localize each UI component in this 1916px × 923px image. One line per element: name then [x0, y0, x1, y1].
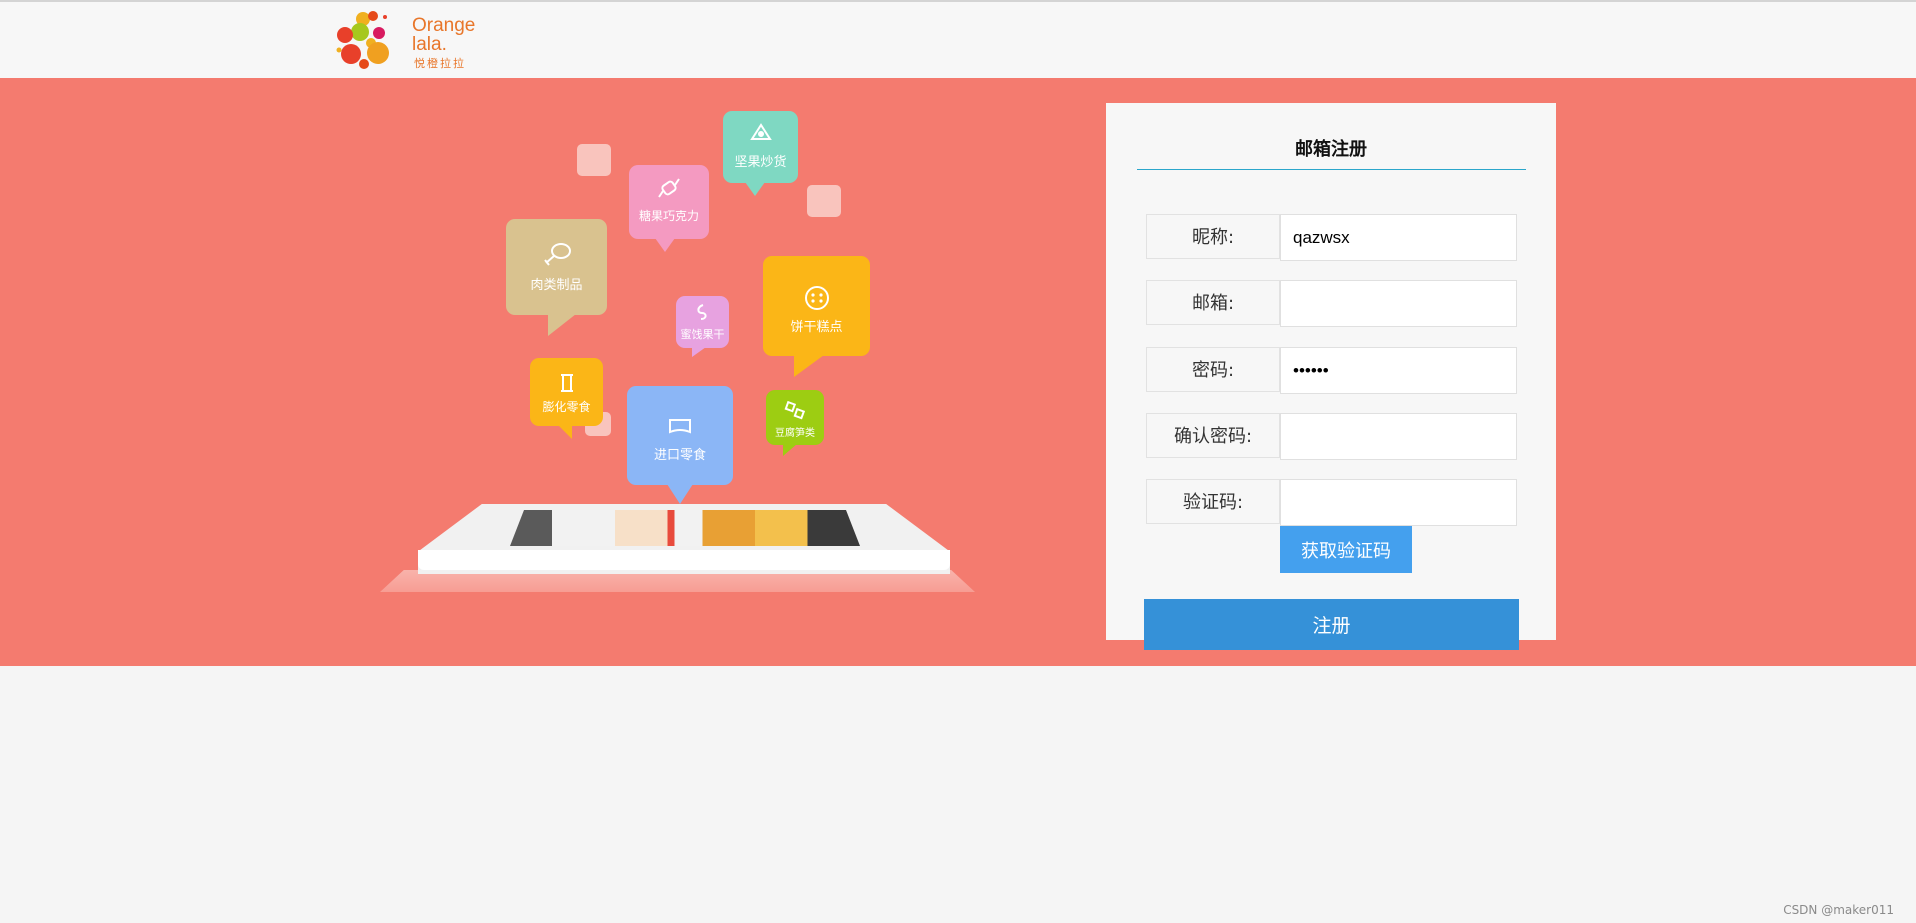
category-label-meat: 肉类制品	[530, 278, 583, 293]
category-bubble-candy[interactable]: 糖果巧克力	[629, 165, 709, 239]
bubble-tail	[667, 484, 693, 504]
watermark: CSDN @maker011	[1783, 903, 1894, 917]
get-code-button[interactable]: 获取验证码	[1280, 526, 1412, 573]
fruit-icon	[696, 304, 707, 320]
password-input[interactable]	[1280, 347, 1517, 394]
brand-subtitle: 悦橙拉拉	[414, 58, 466, 70]
brand-name-line1: Orange	[412, 15, 476, 36]
category-bubble-biscuit[interactable]: 饼干糕点	[763, 256, 870, 356]
title-divider	[1137, 169, 1526, 170]
candy-icon	[658, 178, 680, 198]
category-label-nuts: 坚果炒货	[734, 155, 787, 170]
bubble-tail	[745, 182, 765, 196]
category-label-biscuit: 饼干糕点	[790, 320, 843, 335]
category-label-imported: 进口零食	[653, 448, 706, 463]
biscuit-icon	[804, 286, 829, 310]
snack-bag-icon	[560, 374, 573, 392]
drumstick-icon	[543, 243, 571, 266]
category-bubble-bean[interactable]: 豆腐笋类	[766, 390, 824, 445]
password-label: 密码:	[1146, 347, 1280, 392]
brand-name: Orange lala.	[412, 16, 475, 54]
bubble-tail	[692, 347, 706, 357]
form-title: 邮箱注册	[1295, 139, 1367, 160]
nickname-input[interactable]	[1280, 214, 1517, 261]
confirm-password-label: 确认密码:	[1146, 413, 1280, 458]
category-label-fruit: 蜜饯果干	[680, 328, 725, 341]
bubble-tail	[794, 355, 824, 377]
tablet-screen	[510, 510, 860, 546]
deco-square	[577, 144, 611, 176]
verification-code-label: 验证码:	[1146, 479, 1280, 524]
register-card: 邮箱注册 昵称: 邮箱: 密码: 确认密码: 验证码: 获取验证码	[1106, 103, 1556, 640]
bubble-tail	[558, 425, 572, 439]
tablet-edge	[418, 550, 950, 570]
brand-name-line2: lala.	[412, 34, 447, 55]
category-label-puffed: 膨化零食	[542, 400, 591, 414]
category-bubble-fruit[interactable]: 蜜饯果干	[676, 296, 729, 348]
brand-logo[interactable]: Orange lala. 悦橙拉拉	[336, 8, 486, 74]
bubble-tail	[548, 314, 576, 336]
category-bubble-imported[interactable]: 进口零食	[627, 386, 733, 485]
category-label-candy: 糖果巧克力	[638, 209, 699, 223]
email-label: 邮箱:	[1146, 280, 1280, 325]
category-bubble-nuts[interactable]: 坚果炒货	[723, 111, 798, 183]
bubble-tail	[655, 238, 675, 252]
verification-code-input[interactable]	[1280, 479, 1517, 526]
deco-square	[807, 185, 841, 217]
register-button[interactable]: 注册	[1144, 599, 1519, 650]
category-bubble-puffed[interactable]: 膨化零食	[530, 358, 603, 426]
nut-icon	[749, 123, 772, 140]
confirm-password-input[interactable]	[1280, 413, 1517, 460]
header: Orange lala. 悦橙拉拉	[0, 2, 1916, 78]
email-input[interactable]	[1280, 280, 1517, 327]
nickname-label: 昵称:	[1146, 214, 1280, 259]
hero-illustration: 坚果炒货 糖果巧克力 肉类制品 蜜饯果干 饼干糕点 膨化零食 进口零食 豆腐笋类	[380, 100, 1000, 600]
orange-dots-icon	[336, 11, 389, 69]
category-bubble-meat[interactable]: 肉类制品	[506, 219, 607, 315]
bubble-tail	[783, 444, 797, 456]
category-label-bean: 豆腐笋类	[775, 428, 815, 439]
tofu-icon	[784, 400, 806, 420]
flag-icon	[669, 419, 691, 434]
